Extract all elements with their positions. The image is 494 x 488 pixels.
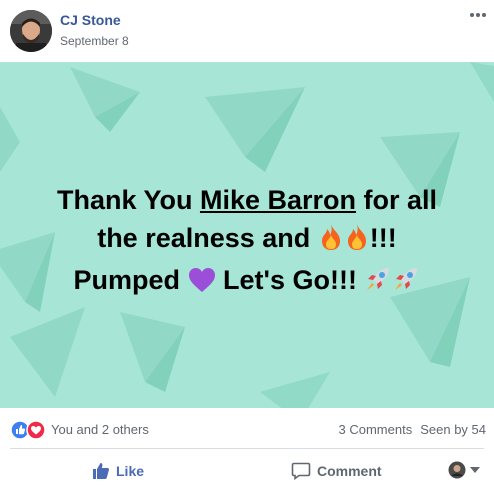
post-text-line-3: Pumped Let's Go!!! — [0, 261, 494, 303]
comments-count[interactable]: 3 Comments — [339, 422, 413, 437]
post-background-banner: Thank You Mike Barron for all the realne… — [0, 62, 494, 408]
reactions-bar: You and 2 others 3 Comments Seen by 54 — [0, 412, 494, 448]
post-text-line-2: the realness and !!! — [0, 219, 494, 261]
post-date[interactable]: September 8 — [60, 34, 129, 48]
love-reaction-icon — [26, 420, 46, 440]
like-button[interactable]: Like — [92, 458, 144, 484]
text-segment: Thank You — [56, 185, 200, 215]
text-segment: for all — [356, 185, 438, 215]
avatar-photo — [10, 10, 52, 52]
action-bar: Like Comment — [0, 452, 494, 488]
comment-label: Comment — [317, 463, 382, 479]
author-name[interactable]: CJ Stone — [60, 12, 121, 28]
author-avatar[interactable] — [10, 10, 52, 52]
comment-button[interactable]: Comment — [291, 458, 382, 484]
more-horizontal-icon[interactable] — [468, 8, 488, 22]
text-segment: the realness and — [97, 223, 318, 253]
like-label: Like — [116, 463, 145, 479]
divider — [10, 448, 484, 449]
comment-bubble-icon — [291, 462, 311, 480]
audience-selector[interactable] — [448, 461, 480, 479]
text-segment: !!! — [369, 223, 397, 253]
rocket-icon — [392, 265, 420, 303]
reaction-summary[interactable]: You and 2 others — [51, 422, 149, 437]
engagement-counts: 3 Comments Seen by 54 — [339, 422, 486, 437]
purple-heart-icon — [188, 265, 216, 303]
seen-by-count[interactable]: Seen by 54 — [420, 422, 486, 437]
reaction-icons[interactable] — [10, 420, 50, 440]
caret-down-icon — [470, 467, 480, 473]
text-segment: Pumped — [73, 265, 188, 295]
thumbs-up-icon — [93, 463, 110, 479]
fire-icon — [318, 223, 344, 261]
mention-link[interactable]: Mike Barron — [200, 185, 356, 215]
profile-avatar-icon — [448, 461, 466, 479]
fire-icon — [344, 223, 370, 261]
rocket-icon — [364, 265, 392, 303]
post-header: CJ Stone September 8 — [0, 0, 494, 62]
text-segment: Let's Go!!! — [215, 265, 365, 295]
post-text: Thank You Mike Barron for all the realne… — [0, 181, 494, 303]
post-text-line-1: Thank You Mike Barron for all — [0, 181, 494, 219]
